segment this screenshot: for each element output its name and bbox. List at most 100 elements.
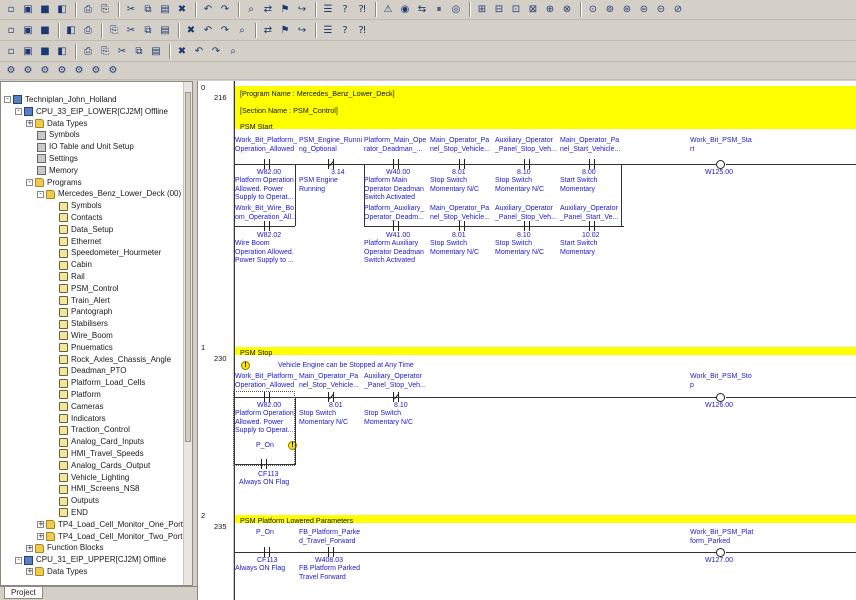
tree-item[interactable]: - CPU_33_EIP_LOWER[CJ2M] Offline bbox=[15, 106, 168, 118]
tree-item[interactable]: Analog_Card_Inputs bbox=[48, 436, 144, 448]
tree-item[interactable]: Outputs bbox=[48, 495, 99, 507]
tree-item[interactable]: - Programs bbox=[26, 177, 82, 189]
tree-item[interactable]: Rock_Axles_Chassis_Angle bbox=[48, 354, 171, 366]
print-icon[interactable]: ⎙ bbox=[80, 2, 96, 17]
tree-item[interactable]: IO Table and Unit Setup bbox=[26, 141, 134, 153]
toggle-k-icon[interactable]: ⊝ bbox=[653, 2, 669, 17]
or-nc-icon[interactable]: ▤ bbox=[157, 23, 173, 38]
tool-e-icon[interactable]: ⚙ bbox=[71, 63, 87, 78]
save-icon[interactable]: ■ bbox=[37, 2, 53, 17]
expand-icon[interactable]: + bbox=[26, 568, 33, 576]
toggle-d-icon[interactable]: ⊠ bbox=[525, 2, 541, 17]
tree-item[interactable]: Wire_Boom bbox=[48, 330, 113, 342]
tree-scrollbar-thumb[interactable] bbox=[185, 92, 191, 442]
toggle-f-icon[interactable]: ⊗ bbox=[559, 2, 575, 17]
instruction-icon[interactable]: ⇄ bbox=[260, 23, 276, 38]
tree-item[interactable]: END bbox=[48, 507, 88, 519]
replace-icon[interactable]: ⇄ bbox=[260, 2, 276, 17]
whats-this-icon[interactable]: ⁈ bbox=[354, 2, 370, 17]
monitor-icon[interactable]: ◉ bbox=[397, 2, 413, 17]
expand-icon[interactable]: + bbox=[26, 119, 33, 127]
tab-project[interactable]: Project bbox=[4, 587, 43, 599]
zoom-in-icon[interactable]: ▫ bbox=[3, 23, 19, 38]
zoom-out-icon[interactable]: ▣ bbox=[20, 23, 36, 38]
tree-item[interactable]: + TP4_Load_Cell_Monitor_One_Port bbox=[37, 519, 183, 531]
tree-item[interactable]: + TP4_Load_Cell_Monitor_Two_Port bbox=[37, 531, 183, 543]
toggle-j-icon[interactable]: ⊜ bbox=[636, 2, 652, 17]
tree-item[interactable]: - CPU_31_EIP_UPPER[CJ2M] Offline bbox=[15, 554, 166, 566]
rung-icon[interactable]: ☰ bbox=[320, 23, 336, 38]
find-icon[interactable]: ⌕ bbox=[243, 2, 259, 17]
open-icon[interactable]: ▣ bbox=[20, 2, 36, 17]
select-icon[interactable]: ◧ bbox=[63, 23, 79, 38]
tree-item[interactable]: Data_Setup bbox=[48, 224, 113, 236]
tree-item[interactable]: Speedometer_Hourmeter bbox=[48, 247, 161, 259]
tree-item[interactable]: + Data Types bbox=[26, 118, 87, 130]
tool-c-icon[interactable]: ⚙ bbox=[37, 63, 53, 78]
tree-item[interactable]: Train_Alert bbox=[48, 295, 110, 307]
no-contact[interactable] bbox=[586, 221, 598, 231]
nc-contact[interactable] bbox=[325, 159, 337, 169]
no-contact[interactable] bbox=[456, 221, 468, 231]
collapse-icon[interactable]: - bbox=[37, 190, 44, 198]
pause-run-icon[interactable]: ⎘ bbox=[97, 44, 113, 59]
tree-item[interactable]: Deadman_PTO bbox=[48, 365, 126, 377]
copy-icon[interactable]: ⧉ bbox=[140, 2, 156, 17]
properties-icon[interactable]: ☰ bbox=[320, 2, 336, 17]
or-no-icon[interactable]: ⧉ bbox=[140, 23, 156, 38]
jump-icon[interactable]: ↪ bbox=[294, 2, 310, 17]
zoom-fit-icon[interactable]: ■ bbox=[37, 23, 53, 38]
nc-contact[interactable] bbox=[390, 392, 402, 402]
no-contact[interactable] bbox=[521, 159, 533, 169]
tree-item[interactable]: Settings bbox=[26, 153, 78, 165]
tree-item[interactable]: Pantograph bbox=[48, 306, 112, 318]
pin-icon[interactable]: ↪ bbox=[294, 23, 310, 38]
tree-item[interactable]: Cabin bbox=[48, 259, 92, 271]
collapse-icon[interactable]: - bbox=[15, 108, 22, 116]
tool-a-icon[interactable]: ⚙ bbox=[3, 63, 19, 78]
toggle-i-icon[interactable]: ⊛ bbox=[619, 2, 635, 17]
tree-item[interactable]: + Data Types bbox=[26, 566, 87, 578]
output-coil[interactable] bbox=[716, 393, 725, 402]
collapse-icon[interactable]: - bbox=[4, 96, 11, 104]
tree-item[interactable]: Symbols bbox=[26, 129, 80, 141]
output-coil[interactable] bbox=[716, 160, 725, 169]
no-contact[interactable] bbox=[258, 459, 270, 469]
toggle-l-icon[interactable]: ⊘ bbox=[670, 2, 686, 17]
tree-item[interactable]: PSM_Control bbox=[48, 283, 119, 295]
tree-item[interactable]: Memory bbox=[26, 165, 78, 177]
cursor-icon[interactable]: ⚑ bbox=[277, 23, 293, 38]
transfer-icon[interactable]: ■ bbox=[37, 44, 53, 59]
no-contact[interactable] bbox=[261, 159, 273, 169]
tool-d-icon[interactable]: ⚙ bbox=[54, 63, 70, 78]
tree-item[interactable]: Vehicle_Lighting bbox=[48, 472, 129, 484]
coil-nc-icon[interactable]: ⌕ bbox=[234, 23, 250, 38]
force-on-icon[interactable]: ✖ bbox=[174, 44, 190, 59]
tree-item[interactable]: Analog_Cards_Output bbox=[48, 460, 150, 472]
delete-icon[interactable]: ✖ bbox=[174, 2, 190, 17]
toggle-e-icon[interactable]: ⊕ bbox=[542, 2, 558, 17]
tree-item[interactable]: Ethernet bbox=[48, 236, 101, 248]
cut-icon[interactable]: ✂ bbox=[123, 2, 139, 17]
vertical-icon[interactable]: ✖ bbox=[183, 23, 199, 38]
pause-icon[interactable]: ⏸ bbox=[431, 2, 447, 17]
toggle-g-icon[interactable]: ⊙ bbox=[585, 2, 601, 17]
force-off-icon[interactable]: ↶ bbox=[191, 44, 207, 59]
collapse-icon[interactable]: - bbox=[15, 556, 22, 564]
warning-icon[interactable]: ⚠ bbox=[380, 2, 396, 17]
tree-item[interactable]: + Function Blocks bbox=[26, 542, 103, 554]
toggle-b-icon[interactable]: ⊟ bbox=[491, 2, 507, 17]
tree-item[interactable]: Contacts bbox=[48, 212, 103, 224]
cross-ref-icon[interactable]: ⚑ bbox=[277, 2, 293, 17]
help-icon[interactable]: ? bbox=[337, 2, 353, 17]
tool-f-icon[interactable]: ⚙ bbox=[88, 63, 104, 78]
new-icon[interactable]: ▫ bbox=[3, 2, 19, 17]
trace-icon[interactable]: ▤ bbox=[148, 44, 164, 59]
toggle-a-icon[interactable]: ⊞ bbox=[474, 2, 490, 17]
tree-item[interactable]: - Techniplan_John_Holland bbox=[4, 94, 117, 106]
run-icon[interactable]: ⎙ bbox=[80, 44, 96, 59]
redo-icon[interactable]: ↷ bbox=[217, 2, 233, 17]
settings-icon[interactable]: ⁈ bbox=[354, 23, 370, 38]
tree-item[interactable]: HMI_Travel_Speeds bbox=[48, 448, 144, 460]
dots-icon[interactable]: ? bbox=[337, 23, 353, 38]
